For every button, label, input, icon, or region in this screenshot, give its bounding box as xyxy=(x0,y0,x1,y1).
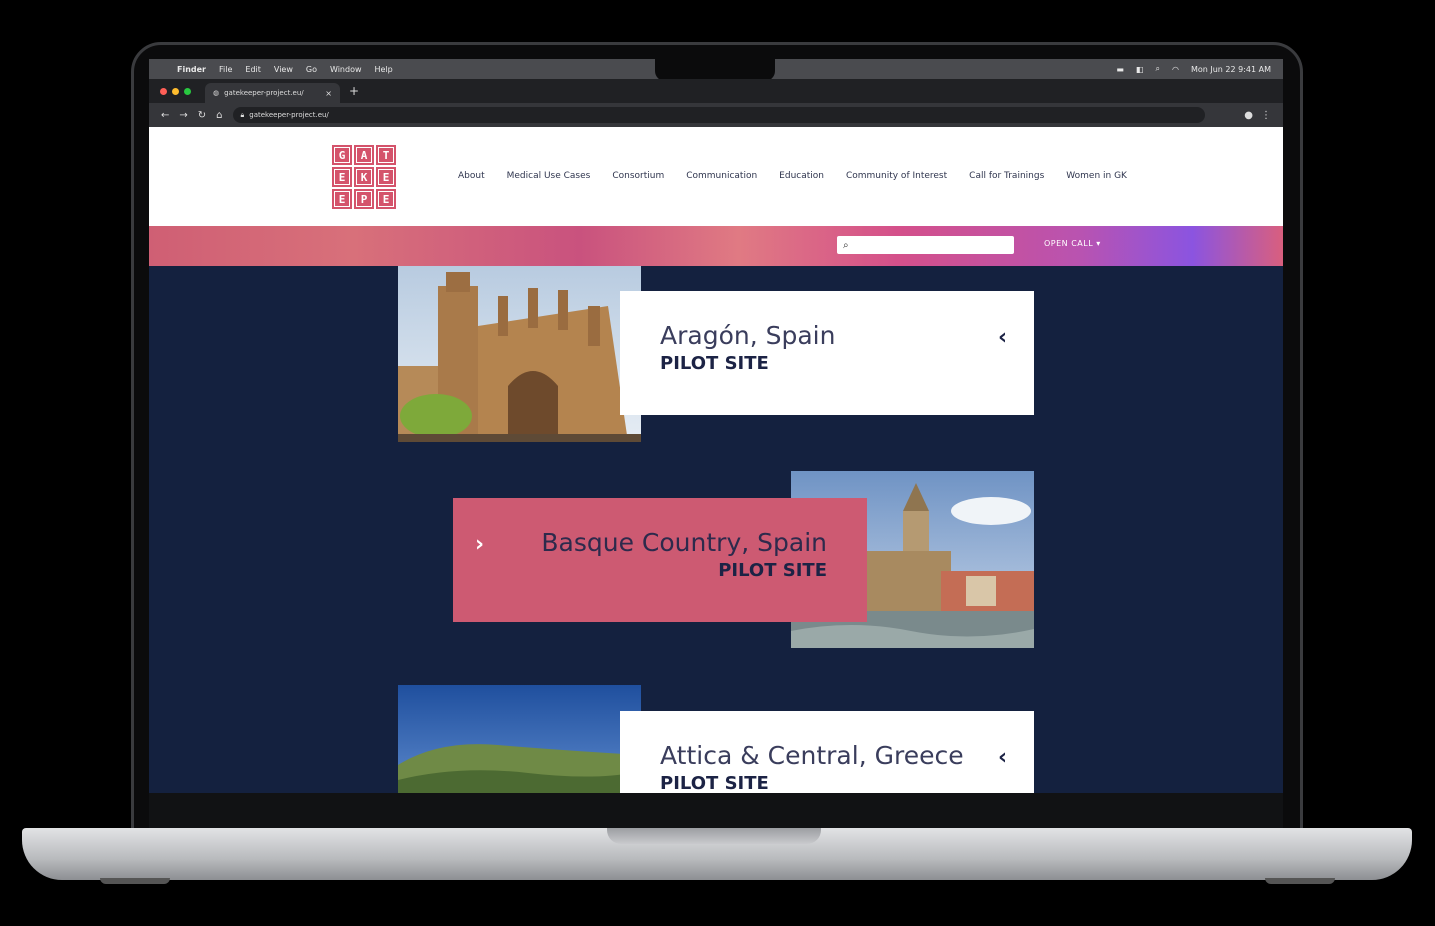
logo-letter: E xyxy=(376,189,396,209)
menu-help[interactable]: Help xyxy=(375,65,393,74)
logo-letter: A xyxy=(354,145,374,165)
wifi-icon[interactable]: ◠ xyxy=(1172,65,1179,74)
site-subtitle: PILOT SITE xyxy=(660,773,769,793)
logo-letter: E xyxy=(376,167,396,187)
tab-title: gatekeeper-project.eu/ xyxy=(224,89,304,97)
window-controls xyxy=(149,87,191,95)
menu-view[interactable]: View xyxy=(274,65,293,74)
site-title: Aragón, Spain xyxy=(660,321,836,350)
kebab-menu-icon[interactable]: ⋮ xyxy=(1261,110,1271,121)
site-title: Attica & Central, Greece xyxy=(660,741,964,770)
attica-photo xyxy=(398,685,641,793)
site-subtitle: PILOT SITE xyxy=(660,353,769,374)
nav-women-in-gk[interactable]: Women in GK xyxy=(1066,171,1127,181)
gatekeeper-logo[interactable]: G A T E K E E P E xyxy=(332,145,396,209)
nav-medical-use-cases[interactable]: Medical Use Cases xyxy=(507,171,591,181)
search-icon: ⌕ xyxy=(843,239,849,251)
logo-letter: E xyxy=(332,189,352,209)
lock-icon: 🔒︎ xyxy=(240,110,245,119)
forward-icon[interactable]: → xyxy=(179,110,187,121)
search-input[interactable]: ⌕ xyxy=(837,236,1014,254)
menu-file[interactable]: File xyxy=(219,65,232,74)
camera-notch xyxy=(655,59,775,81)
site-header: G A T E K E E P E About Medical Use Case… xyxy=(149,127,1283,226)
logo-letter: P xyxy=(354,189,374,209)
menubar-datetime[interactable]: Mon Jun 22 9:41 AM xyxy=(1191,65,1271,74)
aragon-photo xyxy=(398,266,641,442)
chevron-left-icon[interactable]: ‹ xyxy=(998,325,1007,350)
menu-go[interactable]: Go xyxy=(306,65,317,74)
laptop-foot xyxy=(100,878,170,884)
control-center-icon[interactable]: ◧ xyxy=(1136,65,1144,74)
browser-toolbar: ← → ↻ ⌂ 🔒︎ gatekeeper-project.eu/ ● ⋮ xyxy=(149,103,1283,127)
back-icon[interactable]: ← xyxy=(161,110,169,121)
reload-icon[interactable]: ↻ xyxy=(198,110,206,121)
cathedral-image xyxy=(398,266,641,442)
open-call-dropdown[interactable]: OPEN CALL ▾ xyxy=(1044,239,1101,248)
laptop-foot xyxy=(1265,878,1335,884)
nav-education[interactable]: Education xyxy=(779,171,824,181)
new-tab-button[interactable]: + xyxy=(349,84,359,98)
logo-letter: G xyxy=(332,145,352,165)
browser-tabbar: ◍ gatekeeper-project.eu/ × + xyxy=(149,79,1283,103)
site-card-basque[interactable]: › Basque Country, Spain PILOT SITE xyxy=(453,498,867,622)
site-card-attica[interactable]: Attica & Central, Greece PILOT SITE ‹ xyxy=(620,711,1034,793)
logo-letter: T xyxy=(376,145,396,165)
url-text: gatekeeper-project.eu/ xyxy=(249,111,329,119)
menu-edit[interactable]: Edit xyxy=(245,65,261,74)
nav-consortium[interactable]: Consortium xyxy=(612,171,664,181)
close-window-button[interactable] xyxy=(160,87,167,95)
minimize-window-button[interactable] xyxy=(172,87,179,95)
spotlight-icon[interactable]: ⌕ xyxy=(1155,64,1159,74)
zoom-window-button[interactable] xyxy=(184,87,191,95)
battery-icon[interactable]: ▬ xyxy=(1116,65,1124,74)
menu-window[interactable]: Window xyxy=(330,65,362,74)
main-nav: About Medical Use Cases Consortium Commu… xyxy=(458,171,1127,181)
gradient-band: ⌕ OPEN CALL ▾ xyxy=(149,226,1283,266)
browser-tab[interactable]: ◍ gatekeeper-project.eu/ × xyxy=(205,83,340,103)
screen: Finder File Edit View Go Window Help ▬ ◧… xyxy=(149,59,1283,793)
logo-letter: E xyxy=(332,167,352,187)
url-bar[interactable]: 🔒︎ gatekeeper-project.eu/ xyxy=(232,107,1205,123)
nav-community-of-interest[interactable]: Community of Interest xyxy=(846,171,947,181)
nav-call-for-trainings[interactable]: Call for Trainings xyxy=(969,171,1044,181)
close-tab-icon[interactable]: × xyxy=(325,89,332,98)
chevron-left-icon[interactable]: ‹ xyxy=(998,745,1007,770)
site-card-aragon[interactable]: Aragón, Spain PILOT SITE ‹ xyxy=(620,291,1034,415)
globe-icon: ◍ xyxy=(213,89,220,97)
site-title: Basque Country, Spain xyxy=(541,528,827,557)
laptop-chin xyxy=(149,793,1283,831)
menu-finder[interactable]: Finder xyxy=(177,65,206,74)
chevron-right-icon[interactable]: › xyxy=(475,532,484,557)
site-subtitle: PILOT SITE xyxy=(718,560,827,581)
home-icon[interactable]: ⌂ xyxy=(216,110,222,121)
laptop-thumb-notch xyxy=(607,828,821,844)
nav-about[interactable]: About xyxy=(458,171,485,181)
landscape-image xyxy=(398,685,641,793)
logo-letter: K xyxy=(354,167,374,187)
nav-communication[interactable]: Communication xyxy=(686,171,757,181)
profile-icon[interactable]: ● xyxy=(1244,110,1253,121)
